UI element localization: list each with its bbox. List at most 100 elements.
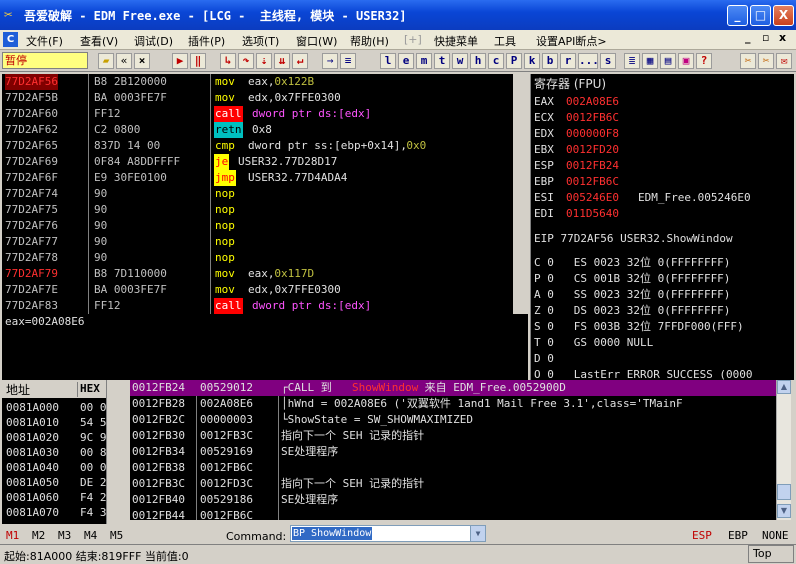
- mdi-child-icon[interactable]: C: [3, 32, 18, 47]
- stack-row[interactable]: 0012FB3C 0012FD3C 指向下一个 SEH 记录的指针: [130, 476, 776, 492]
- scroll-down-arrow[interactable]: ▼: [777, 504, 791, 518]
- register-value[interactable]: 011D5640: [566, 206, 619, 222]
- menu-view[interactable]: 查看(V): [80, 33, 118, 49]
- flag-segment-row[interactable]: D 0: [534, 351, 554, 367]
- toolbar-log-window[interactable]: l: [380, 53, 396, 69]
- reg-ebp[interactable]: EBP: [728, 529, 748, 542]
- disasm-row[interactable]: 77D2AF75 90 nop: [2, 202, 513, 218]
- menu-debug[interactable]: 调试(D): [134, 33, 173, 49]
- trace-over-icon[interactable]: ⇊: [274, 53, 290, 69]
- register-name[interactable]: EDX: [534, 126, 554, 142]
- register-name[interactable]: EBP: [534, 174, 554, 190]
- mem-tab-2[interactable]: M2: [32, 529, 45, 542]
- register-value[interactable]: 0012FB24: [566, 158, 619, 174]
- stack-panel[interactable]: 0012FB24 00529012 ┌CALL 到 ShowWindow 来自 ED…: [130, 380, 776, 520]
- app-icon[interactable]: ✂: [4, 7, 20, 23]
- disasm-row[interactable]: 77D2AF79 B8 7D110000 mov eax, 0x117D: [2, 266, 513, 282]
- toolbar-modules[interactable]: e: [398, 53, 414, 69]
- grid-icon[interactable]: ▦: [642, 53, 658, 69]
- execute-till-return-icon[interactable]: ↵: [292, 53, 308, 69]
- flag-segment-row[interactable]: A 0 SS 0023 32位 0(FFFFFFFF): [534, 287, 730, 303]
- plugin-tool-1-icon[interactable]: ✂: [740, 53, 756, 69]
- close-button[interactable]: X: [773, 5, 794, 26]
- menu-shortcuts[interactable]: 快捷菜单: [434, 33, 478, 49]
- register-name[interactable]: ESI: [534, 190, 554, 206]
- menu-plugins[interactable]: 插件(P): [188, 33, 225, 49]
- go-to-icon[interactable]: →: [322, 53, 338, 69]
- plugin-tool-3-icon[interactable]: ✉: [776, 53, 792, 69]
- disasm-row[interactable]: 77D2AF65 837D 14 00 cmp dword ptr ss:[ebp+0…: [2, 138, 513, 154]
- dump-col-addr[interactable]: 地址: [6, 381, 30, 398]
- dump-hex[interactable]: F4 2: [80, 490, 106, 506]
- mdi-restore-button[interactable]: ▫: [762, 31, 769, 44]
- disasm-row[interactable]: 77D2AF60 FF12 call dword ptr ds:[edx]: [2, 106, 513, 122]
- register-name[interactable]: EDI: [534, 206, 554, 222]
- dump-hex[interactable]: 00 8: [80, 445, 106, 461]
- chevron-down-icon[interactable]: ▼: [470, 526, 485, 541]
- disasm-row[interactable]: 77D2AF69 0F84 A8DDFFFF je USER32.77D28D17: [2, 154, 513, 170]
- mem-tab-1[interactable]: M1: [6, 529, 19, 542]
- flag-segment-row[interactable]: T 0 GS 0000 NULL: [534, 335, 653, 351]
- eip-line[interactable]: EIP 77D2AF56 USER32.ShowWindow: [534, 231, 733, 247]
- toolbar-patches[interactable]: P: [506, 53, 522, 69]
- step-over-icon[interactable]: ↷: [238, 53, 254, 69]
- stack-row[interactable]: 0012FB40 00529186 SE处理程序: [130, 492, 776, 508]
- flag-segment-row[interactable]: S 0 FS 003B 32位 7FFDF000(FFF): [534, 319, 744, 335]
- run-icon[interactable]: ▶: [172, 53, 188, 69]
- toolbar-handles[interactable]: h: [470, 53, 486, 69]
- plugin-tool-2-icon[interactable]: ✂: [758, 53, 774, 69]
- trace-into-icon[interactable]: ⇣: [256, 53, 272, 69]
- list-icon[interactable]: ≣: [624, 53, 640, 69]
- toolbar-references[interactable]: r: [560, 53, 576, 69]
- stack-row[interactable]: 0012FB28 002A08E6 │hWnd = 002A08E6 ('双翼软件 …: [130, 396, 776, 412]
- menu-window[interactable]: 窗口(W): [296, 33, 337, 49]
- disasm-row[interactable]: 77D2AF83 FF12 call dword ptr ds:[edx]: [2, 298, 513, 314]
- dump-address[interactable]: 0081A060: [6, 490, 59, 506]
- mem-tab-3[interactable]: M3: [58, 529, 71, 542]
- dump-hex[interactable]: DE 2: [80, 475, 106, 491]
- dump-panel[interactable]: 地址 HEX 0081A000 00 0 0081A010 54 5 0081A020 9…: [2, 380, 106, 524]
- disasm-row[interactable]: 77D2AF5B BA 0003FE7F mov edx,0x7FFE0300: [2, 90, 513, 106]
- mem-tab-4[interactable]: M4: [84, 529, 97, 542]
- register-name[interactable]: EBX: [534, 142, 554, 158]
- mdi-minimize-button[interactable]: _: [745, 31, 751, 44]
- stack-row[interactable]: 0012FB2C 00000003 └ShowState = SW_SHOWMAXI…: [130, 412, 776, 428]
- register-value[interactable]: 0012FD20: [566, 142, 619, 158]
- goto-origin-icon[interactable]: ≡: [340, 53, 356, 69]
- pause-icon[interactable]: ‖: [190, 53, 206, 69]
- mem-tab-5[interactable]: M5: [110, 529, 123, 542]
- dump-col-hex[interactable]: HEX: [77, 382, 106, 397]
- menu-tools[interactable]: 工具: [494, 33, 516, 49]
- toolbar-call-stack[interactable]: k: [524, 53, 540, 69]
- register-value[interactable]: 0012FB6C: [566, 110, 619, 126]
- menu-help[interactable]: 帮助(H): [350, 33, 389, 49]
- stack-scrollbar[interactable]: ▲ ▼: [776, 380, 791, 520]
- flag-segment-row[interactable]: C 0 ES 0023 32位 0(FFFFFFFF): [534, 255, 730, 271]
- dump-address[interactable]: 0081A070: [6, 505, 59, 521]
- dump-address[interactable]: 0081A050: [6, 475, 59, 491]
- dump-address[interactable]: 0081A020: [6, 430, 59, 446]
- rewind-icon[interactable]: «: [116, 53, 132, 69]
- dump-address[interactable]: 0081A030: [6, 445, 59, 461]
- hex-icon[interactable]: ▤: [660, 53, 676, 69]
- command-input[interactable]: BP ShowWindow ▼: [290, 525, 486, 542]
- step-into-icon[interactable]: ↳: [220, 53, 236, 69]
- stack-row[interactable]: 0012FB44 0012FB6C: [130, 508, 776, 520]
- scroll-up-arrow[interactable]: ▲: [777, 380, 791, 394]
- stack-row[interactable]: 0012FB24 00529012 ┌CALL 到 ShowWindow 来自 ED…: [130, 380, 776, 396]
- dump-address[interactable]: 0081A040: [6, 460, 59, 476]
- flag-segment-row[interactable]: Z 0 DS 0023 32位 0(FFFFFFFF): [534, 303, 730, 319]
- scroll-thumb[interactable]: [777, 484, 791, 500]
- reg-none[interactable]: NONE: [762, 529, 789, 542]
- toolbar-run-trace[interactable]: ...: [578, 53, 599, 69]
- menu-file[interactable]: 文件(F): [26, 33, 63, 49]
- dump-hex[interactable]: 9C 9: [80, 430, 106, 446]
- minimize-button[interactable]: _: [727, 5, 748, 26]
- disasm-row[interactable]: 77D2AF62 C2 0800 retn 0x8: [2, 122, 513, 138]
- disassembly-panel[interactable]: 77D2AF56 B8 2B120000 mov eax, 0x122B 77D2AF5B…: [2, 74, 513, 314]
- flag-segment-row[interactable]: P 0 CS 001B 32位 0(FFFFFFFF): [534, 271, 730, 287]
- toolbar-source[interactable]: s: [600, 53, 616, 69]
- toolbar-windows[interactable]: w: [452, 53, 468, 69]
- info-pane[interactable]: eax=002A08E6: [2, 314, 528, 380]
- disasm-row[interactable]: 77D2AF74 90 nop: [2, 186, 513, 202]
